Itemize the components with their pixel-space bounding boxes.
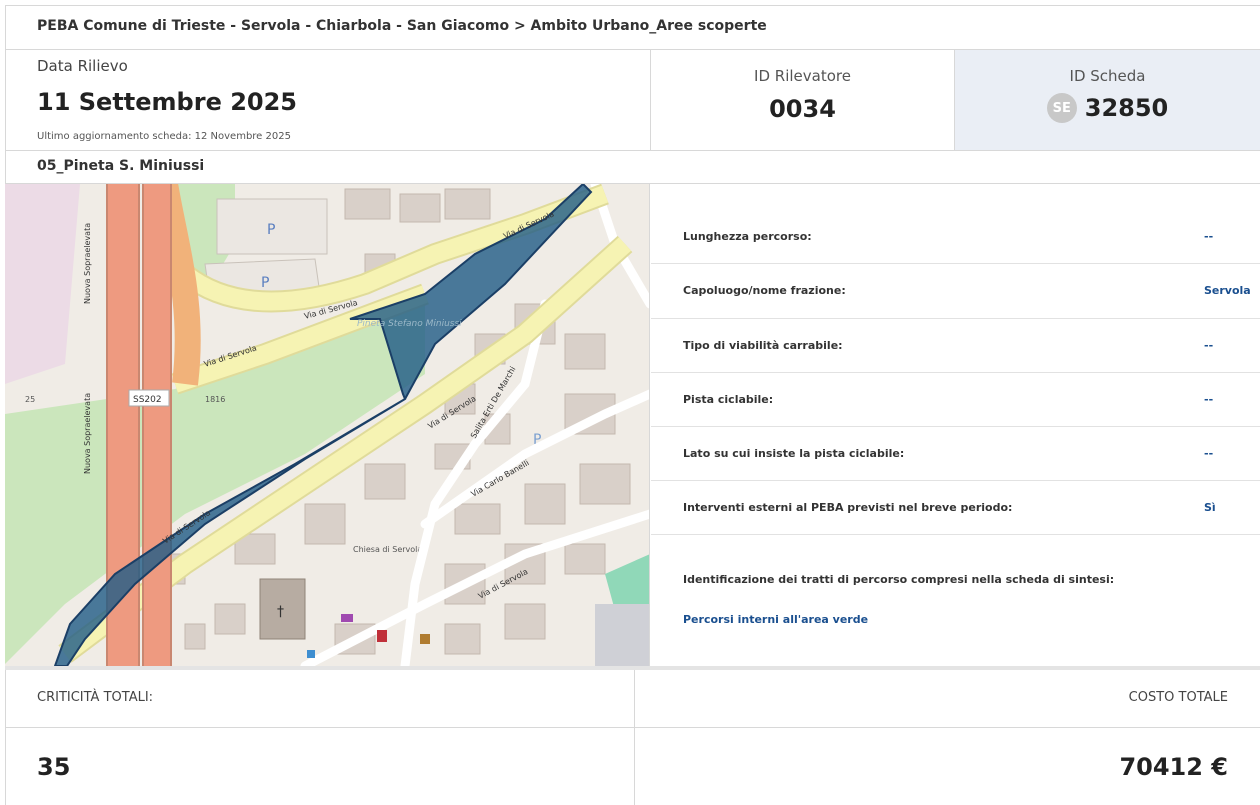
scheda-value: 32850: [1084, 94, 1169, 122]
map-poi-marker: [341, 614, 353, 622]
date-value: 11 Settembre 2025: [37, 88, 297, 116]
property-value: --: [1204, 447, 1214, 460]
map-poi-marker: [420, 634, 430, 644]
property-row: Capoluogo/nome frazione: Servola: [651, 264, 1260, 319]
property-label: Lunghezza percorso:: [683, 230, 812, 243]
breadcrumb: PEBA Comune di Trieste - Servola - Chiar…: [5, 5, 1260, 50]
property-row: Lunghezza percorso: --: [651, 184, 1260, 264]
property-row: Interventi esterni al PEBA previsti nel …: [651, 481, 1260, 535]
map-label-number-25: 25: [25, 395, 35, 404]
map-parking-label-2: P: [261, 275, 269, 291]
map-label-pineta: Pineta Stefano Miniussi: [357, 319, 462, 329]
costo-value: 70412 €: [1119, 753, 1228, 781]
property-label: Lato su cui insiste la pista ciclabile:: [683, 447, 905, 460]
property-value: Sì: [1204, 501, 1216, 514]
map-view[interactable]: P P P † Chiesa di Servola SS202 Via di S…: [5, 184, 650, 666]
property-row: Lato su cui insiste la pista ciclabile: …: [651, 427, 1260, 481]
rilevatore-label: ID Rilevatore: [754, 67, 851, 85]
property-value: --: [1204, 339, 1214, 352]
scheda-label: ID Scheda: [1069, 67, 1146, 85]
map-canvas[interactable]: P P P † Chiesa di Servola SS202 Via di S…: [5, 184, 650, 666]
criticita-value: 35: [37, 753, 71, 781]
property-value: --: [1204, 393, 1214, 406]
svg-text:†: †: [277, 604, 284, 620]
map-label-chiesa: Chiesa di Servola: [353, 545, 422, 554]
property-label: Capoluogo/nome frazione:: [683, 284, 846, 297]
property-label: Pista ciclabile:: [683, 393, 774, 406]
criticita-label: CRITICITÀ TOTALI:: [37, 690, 154, 705]
date-label: Data Rilievo: [37, 57, 128, 75]
map-poi-marker: [307, 650, 315, 658]
map-label-sopraelevata-2: Nuova Sopraelevata: [83, 223, 92, 304]
property-value: Servola: [1204, 284, 1251, 297]
section-title: 05_Pineta S. Miniussi: [5, 151, 1260, 184]
identification-label: Identificazione dei tratti di percorso c…: [683, 573, 1115, 586]
map-label-number-1816: 1816: [205, 395, 225, 404]
property-row: Tipo di viabilità carrabile: --: [651, 319, 1260, 373]
property-label: Interventi esterni al PEBA previsti nel …: [683, 501, 1013, 514]
scheda-type-badge: SE: [1046, 93, 1077, 123]
costo-panel: COSTO TOTALE 70412 €: [635, 670, 1260, 805]
property-label: Tipo di viabilità carrabile:: [683, 339, 843, 352]
map-label-sopraelevata-1: Nuova Sopraelevata: [83, 393, 92, 474]
properties-panel: Lunghezza percorso: -- Capoluogo/nome fr…: [651, 184, 1260, 666]
property-value: --: [1204, 230, 1214, 243]
identification-link[interactable]: Percorsi interni all'area verde: [683, 613, 868, 626]
map-parking-label-1: P: [267, 222, 275, 238]
costo-label: COSTO TOTALE: [1128, 690, 1228, 705]
identification-row: Identificazione dei tratti di percorso c…: [651, 535, 1260, 666]
rilevatore-panel: ID Rilevatore 0034: [651, 50, 955, 151]
survey-date-panel: Data Rilievo 11 Settembre 2025 Ultimo ag…: [5, 50, 651, 151]
property-row: Pista ciclabile: --: [651, 373, 1260, 427]
rilevatore-value: 0034: [769, 95, 836, 123]
scheda-panel: ID Scheda SE 32850: [955, 50, 1260, 151]
map-label-ss202: SS202: [133, 395, 162, 405]
map-poi-marker: [377, 630, 387, 642]
criticita-panel: CRITICITÀ TOTALI: 35: [5, 670, 635, 805]
last-update: Ultimo aggiornamento scheda: 12 Novembre…: [37, 131, 291, 142]
